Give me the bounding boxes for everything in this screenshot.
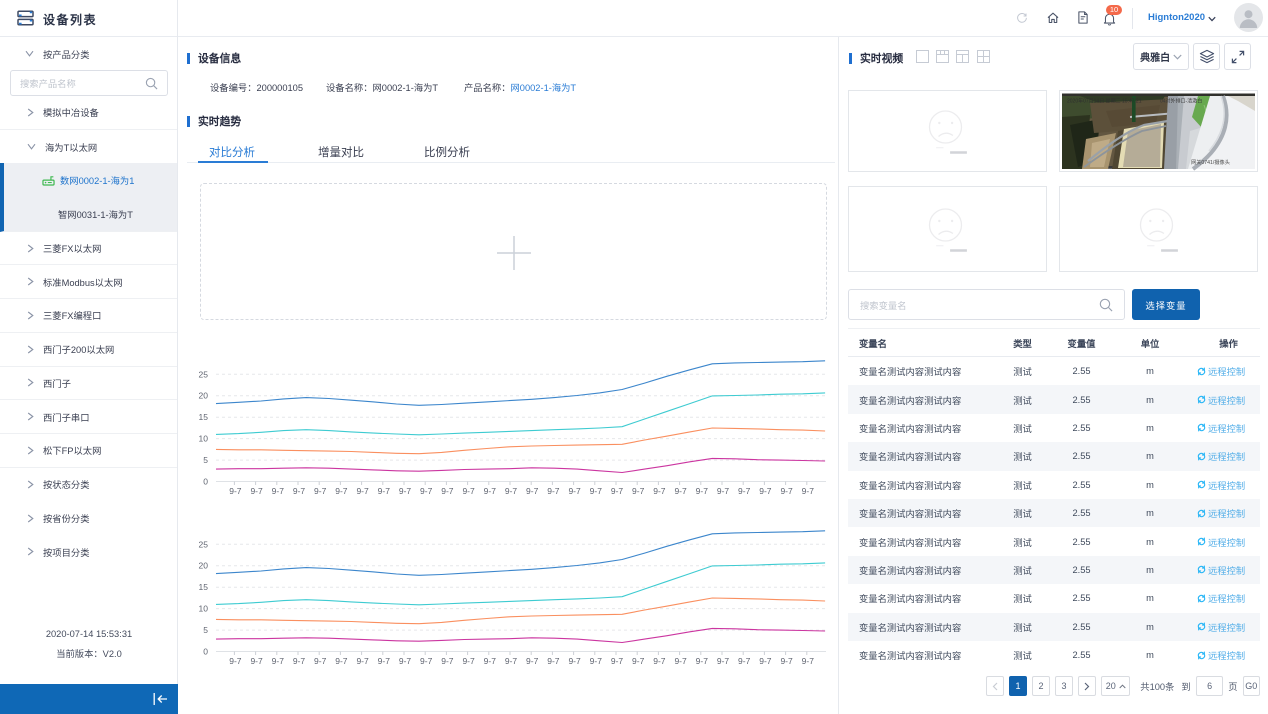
svg-text:9-7: 9-7	[780, 486, 793, 496]
svg-text:9-7: 9-7	[356, 486, 369, 496]
svg-text:9-7: 9-7	[484, 656, 497, 666]
svg-text:9-7: 9-7	[378, 656, 391, 666]
svg-text:9-7: 9-7	[759, 656, 772, 666]
svg-text:9-7: 9-7	[462, 486, 475, 496]
svg-text:9-7: 9-7	[335, 656, 348, 666]
svg-text:9-7: 9-7	[441, 656, 454, 666]
svg-text:20: 20	[199, 391, 209, 401]
svg-text:25: 25	[199, 369, 209, 379]
svg-text:9-7: 9-7	[632, 486, 645, 496]
svg-text:9-7: 9-7	[314, 656, 327, 666]
svg-text:20: 20	[199, 561, 209, 571]
svg-text:9-7: 9-7	[272, 656, 285, 666]
svg-text:9-7: 9-7	[229, 656, 242, 666]
svg-text:9-7: 9-7	[399, 656, 412, 666]
svg-text:9-7: 9-7	[590, 486, 603, 496]
svg-text:04对外排口-清澈白: 04对外排口-清澈白	[1160, 98, 1202, 105]
svg-text:5: 5	[203, 455, 208, 465]
svg-text:9-7: 9-7	[293, 486, 306, 496]
svg-text:5: 5	[203, 625, 208, 635]
svg-text:15: 15	[199, 412, 209, 422]
svg-text:9-7: 9-7	[802, 486, 815, 496]
svg-text:9-7: 9-7	[250, 656, 263, 666]
svg-text:9-7: 9-7	[420, 486, 433, 496]
svg-text:9-7: 9-7	[484, 486, 497, 496]
svg-text:9-7: 9-7	[696, 486, 709, 496]
svg-text:15: 15	[199, 582, 209, 592]
svg-text:9-7: 9-7	[314, 486, 327, 496]
svg-text:9-7: 9-7	[378, 486, 391, 496]
svg-text:9-7: 9-7	[272, 486, 285, 496]
svg-text:9-7: 9-7	[738, 656, 751, 666]
svg-text:9-7: 9-7	[526, 656, 539, 666]
svg-text:10: 10	[199, 434, 209, 444]
svg-text:9-7: 9-7	[526, 486, 539, 496]
svg-text:9-7: 9-7	[611, 656, 624, 666]
svg-text:9-7: 9-7	[780, 656, 793, 666]
svg-text:9-7: 9-7	[738, 486, 751, 496]
svg-text:25: 25	[199, 539, 209, 549]
svg-text:9-7: 9-7	[717, 656, 730, 666]
svg-text:9-7: 9-7	[759, 486, 772, 496]
svg-text:9-7: 9-7	[696, 656, 709, 666]
svg-text:9-7: 9-7	[399, 486, 412, 496]
svg-text:9-7: 9-7	[653, 656, 666, 666]
svg-text:9-7: 9-7	[462, 656, 475, 666]
svg-text:网关0741/摄像头: 网关0741/摄像头	[1191, 158, 1230, 166]
svg-text:9-7: 9-7	[229, 486, 242, 496]
svg-text:9-7: 9-7	[250, 486, 263, 496]
svg-text:9-7: 9-7	[802, 656, 815, 666]
svg-text:10: 10	[199, 604, 209, 614]
svg-text:9-7: 9-7	[356, 656, 369, 666]
svg-text:0: 0	[203, 477, 208, 487]
svg-text:9-7: 9-7	[674, 486, 687, 496]
svg-text:9-7: 9-7	[293, 656, 306, 666]
svg-text:9-7: 9-7	[632, 656, 645, 666]
svg-text:9-7: 9-7	[590, 656, 603, 666]
svg-text:9-7: 9-7	[335, 486, 348, 496]
svg-text:9-7: 9-7	[547, 486, 560, 496]
svg-text:0: 0	[203, 647, 208, 657]
svg-text:9-7: 9-7	[611, 486, 624, 496]
svg-text:9-7: 9-7	[674, 656, 687, 666]
svg-text:2020年07月14日 星期二 15:47:21: 2020年07月14日 星期二 15:47:21	[1067, 98, 1142, 105]
svg-text:9-7: 9-7	[653, 486, 666, 496]
svg-text:9-7: 9-7	[717, 486, 730, 496]
svg-text:9-7: 9-7	[441, 486, 454, 496]
svg-text:9-7: 9-7	[420, 656, 433, 666]
svg-text:9-7: 9-7	[568, 656, 581, 666]
svg-text:9-7: 9-7	[547, 656, 560, 666]
svg-text:9-7: 9-7	[505, 656, 518, 666]
svg-text:9-7: 9-7	[505, 486, 518, 496]
svg-text:9-7: 9-7	[568, 486, 581, 496]
